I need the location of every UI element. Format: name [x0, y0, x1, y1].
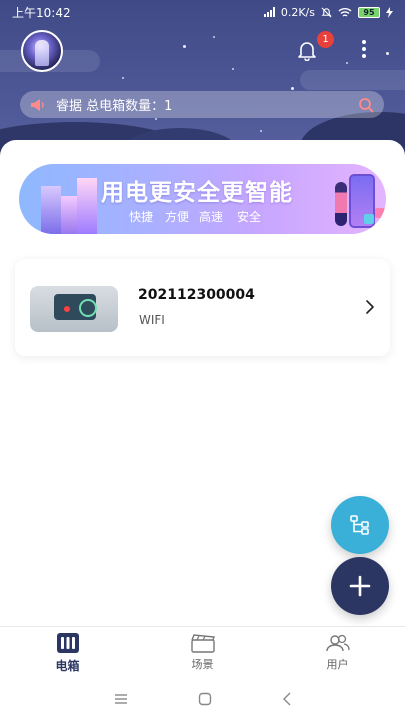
- device-type: WIFI: [139, 313, 165, 327]
- notification-badge: 1: [317, 31, 334, 48]
- banner-title: 用电更安全更智能: [101, 180, 293, 206]
- user-avatar[interactable]: [21, 30, 63, 72]
- system-nav-bar: [0, 678, 405, 720]
- cube-decoration: [364, 214, 374, 224]
- person-illustration: [335, 182, 347, 226]
- banner-tag: 高速: [199, 210, 224, 224]
- users-icon: [325, 634, 350, 652]
- device-card[interactable]: 202112300004 WIFI: [15, 259, 390, 356]
- device-name: 202112300004: [138, 287, 255, 303]
- battery-indicator: 95: [358, 6, 380, 18]
- star-decoration: [346, 62, 348, 64]
- tab-scene[interactable]: 场景: [135, 627, 270, 678]
- bottom-tab-bar: 电箱 场景 用户: [0, 626, 405, 678]
- star-decoration: [213, 36, 215, 38]
- tab-label: 用户: [326, 658, 349, 671]
- tab-label: 电箱: [55, 658, 80, 673]
- star-decoration: [122, 77, 124, 79]
- tree-structure-icon: [350, 515, 369, 535]
- building-decoration: [77, 178, 97, 234]
- back-nav-icon[interactable]: [282, 692, 292, 706]
- menu-nav-icon[interactable]: [114, 693, 128, 705]
- status-bar: 上午10:42 0.2K/s 95: [0, 0, 405, 24]
- cube-decoration: [375, 208, 385, 218]
- star-decoration: [386, 52, 389, 55]
- add-button[interactable]: [331, 557, 389, 615]
- electric-box-icon: [56, 632, 79, 653]
- building-decoration: [41, 186, 61, 234]
- status-indicators: 0.2K/s 95: [263, 5, 393, 19]
- more-vertical-icon[interactable]: [356, 38, 372, 60]
- network-speed: 0.2K/s: [280, 5, 315, 19]
- plus-icon: [349, 575, 371, 597]
- speaker-icon: [31, 98, 44, 111]
- tab-electric-box[interactable]: 电箱: [0, 627, 135, 678]
- building-decoration: [61, 196, 77, 234]
- tab-users[interactable]: 用户: [270, 627, 405, 678]
- clapperboard-icon: [190, 634, 215, 653]
- cloud-decoration: [300, 70, 405, 90]
- status-time: 上午10:42: [12, 5, 71, 20]
- mute-icon: [321, 7, 332, 17]
- notice-text: 睿据 总电箱数量：1: [56, 99, 173, 114]
- promo-banner[interactable]: 用电更安全更智能 快捷 方便 高速 安全: [19, 164, 386, 234]
- search-icon[interactable]: [358, 97, 374, 113]
- device-led: [64, 306, 70, 312]
- chevron-right-icon[interactable]: [364, 300, 376, 314]
- home-nav-icon[interactable]: [198, 692, 212, 706]
- star-decoration: [260, 130, 262, 132]
- tab-label: 场景: [191, 658, 214, 671]
- banner-tag: 快捷: [129, 210, 154, 224]
- star-decoration: [183, 45, 186, 48]
- banner-tag: 方便: [165, 210, 190, 224]
- signal-icon: [263, 7, 275, 17]
- app-screen: 上午10:42 0.2K/s 95 1 睿据 总电箱数量：1 用电更安全更智能 …: [0, 0, 405, 720]
- charging-icon: [386, 6, 393, 18]
- device-image: [30, 286, 118, 332]
- star-decoration: [155, 118, 157, 120]
- notice-bar[interactable]: 睿据 总电箱数量：1: [20, 91, 384, 118]
- star-decoration: [291, 87, 294, 90]
- device-screen: [54, 294, 97, 320]
- structure-button[interactable]: [331, 496, 389, 554]
- wifi-icon: [338, 7, 352, 17]
- star-decoration: [232, 68, 234, 70]
- banner-tag: 安全: [237, 210, 262, 224]
- bell-icon[interactable]: [296, 39, 318, 61]
